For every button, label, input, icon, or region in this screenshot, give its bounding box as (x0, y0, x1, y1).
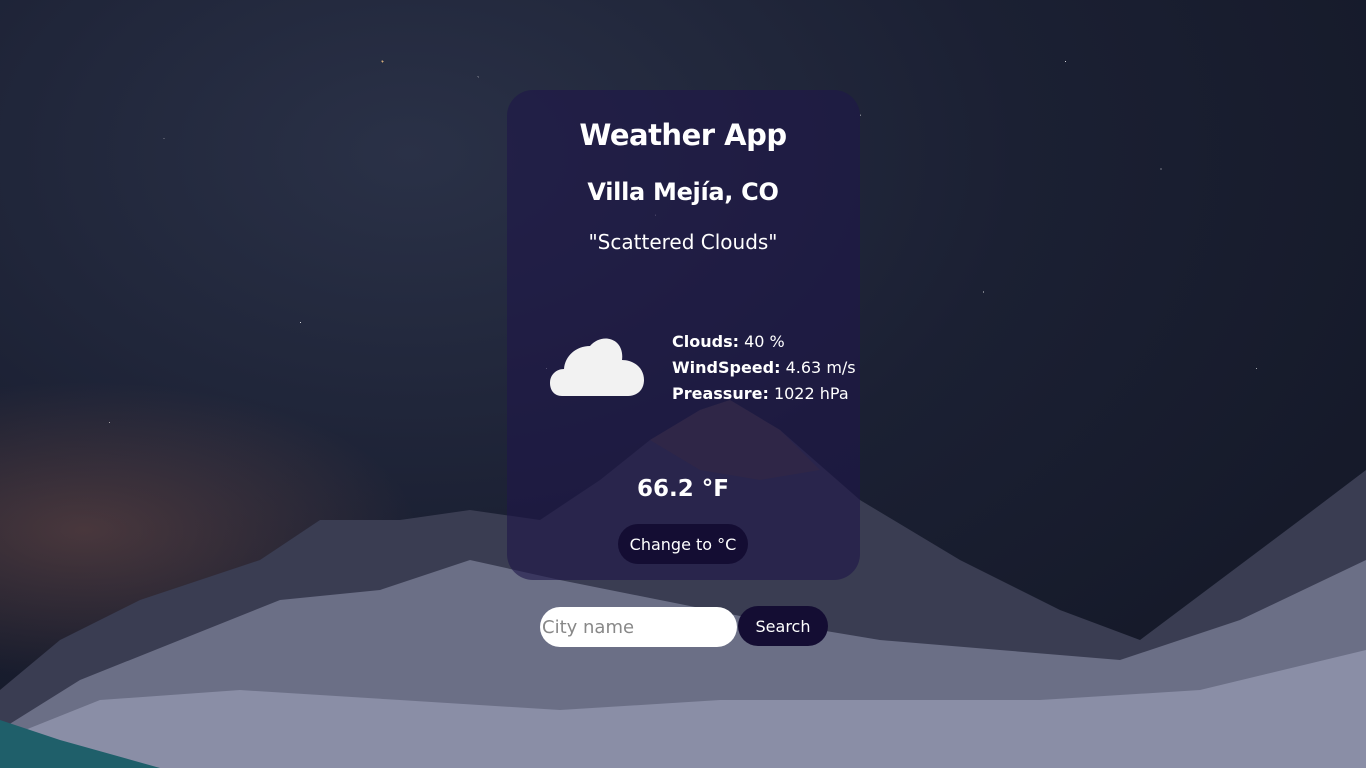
stat-pressure-value: 1022 hPa (773, 384, 849, 403)
weather-stats: Clouds: 40 % WindSpeed: 4.63 m/s Preassu… (672, 329, 856, 407)
temperature-value: 66.2 °F (637, 476, 729, 502)
stat-clouds-value: 40 % (744, 332, 785, 351)
weather-description: "Scattered Clouds" (588, 230, 778, 254)
stat-pressure-label: Preassure: (672, 384, 769, 403)
stat-pressure: Preassure: 1022 hPa (672, 381, 856, 407)
app-title: Weather App (579, 118, 787, 152)
search-button[interactable]: Search (738, 606, 828, 646)
location-name: Villa Mejía, CO (587, 178, 779, 206)
change-unit-button[interactable]: Change to °C (618, 524, 748, 564)
city-search-input[interactable] (540, 607, 737, 647)
stat-clouds: Clouds: 40 % (672, 329, 856, 355)
stat-windspeed: WindSpeed: 4.63 m/s (672, 355, 856, 381)
cloud-icon (550, 338, 644, 396)
stat-windspeed-label: WindSpeed: (672, 358, 781, 377)
stat-windspeed-value: 4.63 m/s (785, 358, 856, 377)
stat-clouds-label: Clouds: (672, 332, 739, 351)
